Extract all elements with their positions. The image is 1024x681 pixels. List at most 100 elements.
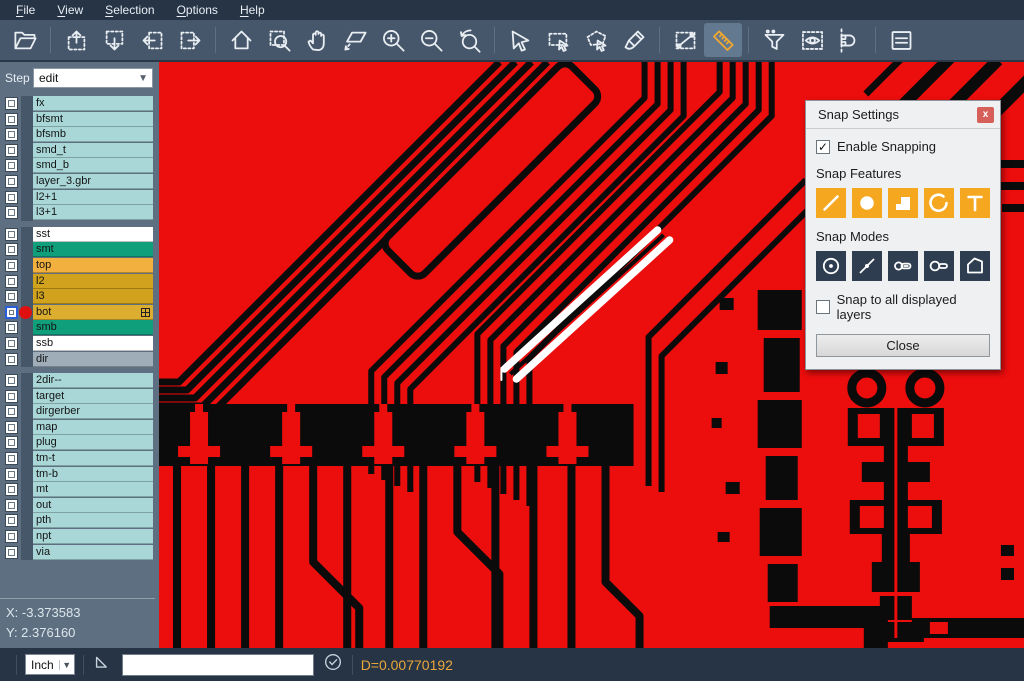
zoom-out-button[interactable] — [412, 23, 450, 57]
layer-label[interactable]: bfsmt — [33, 112, 153, 127]
snap-mode-slot-start-button[interactable] — [924, 251, 954, 281]
move-view-right-button[interactable] — [171, 23, 209, 57]
menu-help[interactable]: Help — [230, 1, 275, 19]
layer-row[interactable]: l2+1 — [0, 190, 159, 206]
layer-row[interactable]: target — [0, 389, 159, 405]
layer-label[interactable]: bot — [33, 305, 153, 320]
layer-checkbox[interactable] — [5, 468, 18, 481]
layer-label[interactable]: l2 — [33, 274, 153, 289]
layer-checkbox[interactable] — [5, 405, 18, 418]
layer-row[interactable]: fx — [0, 96, 159, 112]
select-rectangle-button[interactable] — [539, 23, 577, 57]
snap-mode-midpoint-button[interactable] — [852, 251, 882, 281]
layer-label[interactable]: l2+1 — [33, 190, 153, 205]
apply-check-icon[interactable] — [322, 651, 344, 678]
layer-row[interactable]: bfsmt — [0, 112, 159, 128]
layer-row[interactable]: bfsmb — [0, 127, 159, 143]
layer-checkbox[interactable] — [5, 144, 18, 157]
layer-checkbox[interactable] — [5, 306, 18, 319]
layer-row[interactable]: l3+1 — [0, 205, 159, 221]
layer-label[interactable]: ssb — [33, 336, 153, 351]
layer-checkbox[interactable] — [5, 374, 18, 387]
layer-label[interactable]: l3+1 — [33, 205, 153, 220]
layer-label[interactable]: l3 — [33, 289, 153, 304]
close-button[interactable]: Close — [816, 334, 990, 357]
layer-label[interactable]: via — [33, 545, 153, 560]
filter-button[interactable] — [755, 23, 793, 57]
layer-checkbox[interactable] — [5, 206, 18, 219]
ruler-button[interactable] — [704, 23, 742, 57]
layer-label[interactable]: pth — [33, 513, 153, 528]
layer-label[interactable]: target — [33, 389, 153, 404]
snap-mode-slot-end-button[interactable] — [888, 251, 918, 281]
snap-button[interactable] — [831, 23, 869, 57]
select-pointer-button[interactable] — [501, 23, 539, 57]
layer-label[interactable]: plug — [33, 435, 153, 450]
layer-row[interactable]: sst — [0, 227, 159, 243]
menu-view[interactable]: View — [47, 1, 93, 19]
layer-checkbox[interactable] — [5, 530, 18, 543]
step-select[interactable]: edit ▼ — [33, 68, 153, 88]
layer-row[interactable]: map — [0, 420, 159, 436]
layer-row[interactable]: 2dir-- — [0, 373, 159, 389]
move-view-down-button[interactable] — [95, 23, 133, 57]
log-panel-button[interactable] — [882, 23, 920, 57]
drag-view-button[interactable] — [336, 23, 374, 57]
layer-row[interactable]: tm-t — [0, 451, 159, 467]
layer-checkbox[interactable] — [5, 436, 18, 449]
unit-select[interactable]: Inch ▼ — [25, 654, 75, 675]
layer-label[interactable]: smd_t — [33, 143, 153, 158]
layer-checkbox[interactable] — [5, 275, 18, 288]
layer-label[interactable]: tm-b — [33, 467, 153, 482]
layer-checkbox[interactable] — [5, 228, 18, 241]
layer-label[interactable]: dirgerber — [33, 404, 153, 419]
layer-checkbox[interactable] — [5, 514, 18, 527]
layer-row[interactable]: top — [0, 258, 159, 274]
layer-label[interactable]: out — [33, 498, 153, 513]
layer-checkbox[interactable] — [5, 390, 18, 403]
layer-checkbox[interactable] — [5, 128, 18, 141]
angle-corner-icon[interactable] — [92, 651, 114, 678]
layer-checkbox[interactable] — [5, 113, 18, 126]
layer-row[interactable]: ssb — [0, 336, 159, 352]
layer-row[interactable]: smd_b — [0, 158, 159, 174]
zoom-in-button[interactable] — [374, 23, 412, 57]
layer-row[interactable]: mt — [0, 482, 159, 498]
layer-row[interactable]: l3 — [0, 289, 159, 305]
open-folder-button[interactable] — [6, 23, 44, 57]
layer-label[interactable]: map — [33, 420, 153, 435]
grid-icon[interactable] — [141, 308, 150, 317]
layer-row[interactable]: npt — [0, 529, 159, 545]
all-layers-checkbox[interactable] — [816, 300, 830, 314]
measure-distance-button[interactable] — [666, 23, 704, 57]
layer-label[interactable]: smb — [33, 320, 153, 335]
layer-checkbox[interactable] — [5, 290, 18, 303]
layer-label[interactable]: fx — [33, 96, 153, 111]
layer-checkbox[interactable] — [5, 321, 18, 334]
move-view-left-button[interactable] — [133, 23, 171, 57]
snap-feature-pad-button[interactable] — [852, 188, 882, 218]
layer-label[interactable]: tm-t — [33, 451, 153, 466]
snap-feature-text-button[interactable] — [960, 188, 990, 218]
layer-row[interactable]: smt — [0, 242, 159, 258]
layer-checkbox[interactable] — [5, 452, 18, 465]
layer-checkbox[interactable] — [5, 175, 18, 188]
snap-feature-line-button[interactable] — [816, 188, 846, 218]
layer-label[interactable]: top — [33, 258, 153, 273]
zoom-window-button[interactable] — [260, 23, 298, 57]
layer-checkbox[interactable] — [5, 159, 18, 172]
pan-hand-button[interactable] — [298, 23, 336, 57]
layer-row[interactable]: layer_3.gbr — [0, 174, 159, 190]
layer-row[interactable]: out — [0, 498, 159, 514]
layer-label[interactable]: smd_b — [33, 158, 153, 173]
menu-options[interactable]: Options — [167, 1, 228, 19]
close-icon[interactable]: x — [977, 107, 994, 123]
snap-mode-vertex-button[interactable] — [960, 251, 990, 281]
layer-label[interactable]: sst — [33, 227, 153, 242]
paint-brush-button[interactable] — [615, 23, 653, 57]
layer-checkbox[interactable] — [5, 546, 18, 559]
layer-label[interactable]: smt — [33, 242, 153, 257]
enable-snapping-checkbox[interactable]: ✓ — [816, 140, 830, 154]
layer-checkbox[interactable] — [5, 421, 18, 434]
layer-label[interactable]: bfsmb — [33, 127, 153, 142]
